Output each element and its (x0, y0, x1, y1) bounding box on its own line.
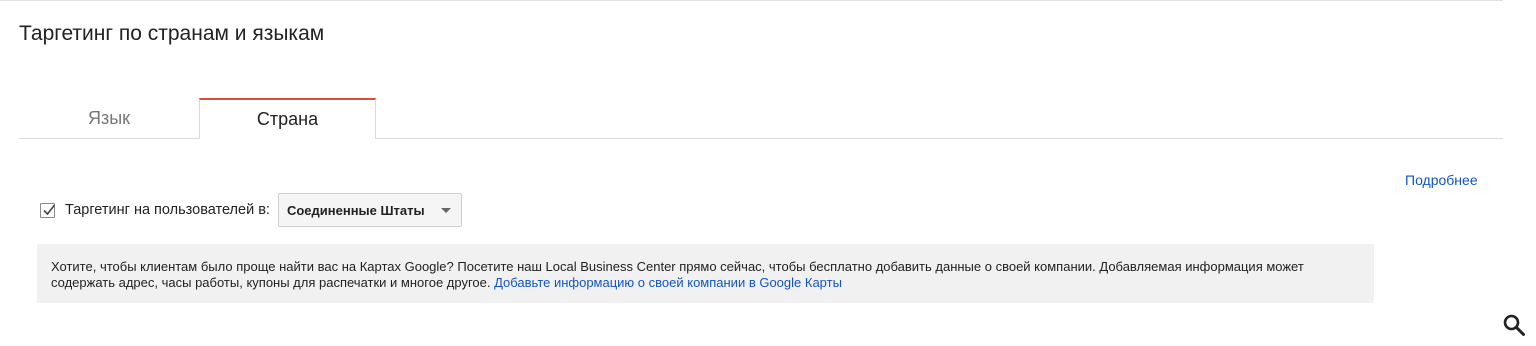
targeting-label: Таргетинг на пользователей в: (65, 202, 270, 218)
top-divider (0, 0, 1503, 1)
tab-country[interactable]: Страна (199, 98, 376, 139)
caret-down-icon (440, 207, 451, 213)
checkmark-icon (43, 204, 56, 215)
targeting-row: Таргетинг на пользователей в: Соединенны… (40, 193, 462, 227)
country-select[interactable]: Соединенные Штаты (277, 193, 462, 227)
add-business-link[interactable]: Добавьте информацию о своей компании в G… (494, 275, 842, 290)
learn-more-link[interactable]: Подробнее (1405, 172, 1478, 188)
page-title: Таргетинг по странам и языкам (19, 22, 325, 45)
tab-bar: Язык Страна (19, 98, 1503, 139)
info-banner: Хотите, чтобы клиентам было проще найти … (37, 244, 1374, 303)
country-select-value: Соединенные Штаты (286, 202, 425, 218)
targeting-checkbox[interactable] (40, 202, 56, 218)
tab-language[interactable]: Язык (19, 98, 199, 138)
search-icon[interactable] (1502, 313, 1526, 337)
